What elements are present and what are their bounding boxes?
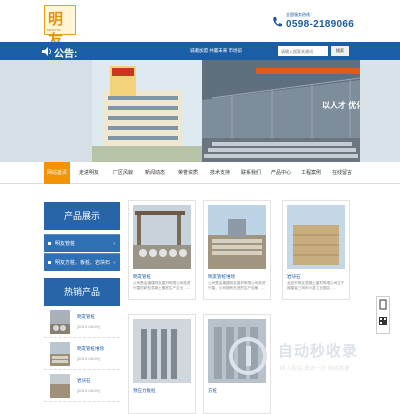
- banner-image: 以人才 优化管理: [92, 60, 360, 162]
- nav-tech[interactable]: 技术支持: [205, 162, 235, 184]
- watermark-text: 自动秒收录: [278, 343, 359, 360]
- products-panel-title: 产品展示: [44, 202, 120, 230]
- product-desc: 公司是由福建明友建材有限公司投资兴建的新型混凝土管桩生产企业……: [133, 281, 191, 290]
- bullet-icon: [48, 242, 51, 245]
- product-card[interactable]: 预应力板桩: [128, 314, 196, 414]
- banner-right-strip: [360, 60, 400, 162]
- watermark-logo: [229, 337, 267, 375]
- logo-subtext: MINGYOU: [47, 28, 62, 32]
- main-nav: 网站首页 走进明友 厂区风貌 新闻动态 荣誉资质 技术支持 联系我们 产品中心 …: [0, 162, 400, 184]
- product-desc: [133, 395, 193, 411]
- hot-product-item[interactable]: 岩块石 [2019-08-09]: [44, 370, 120, 402]
- nav-factory[interactable]: 厂区风貌: [108, 162, 138, 184]
- product-image: [287, 205, 345, 269]
- product-name: 方桩: [208, 388, 217, 393]
- hot-product-date: [2019-08-09]: [77, 388, 100, 393]
- float-toolbar-icons: [379, 299, 387, 325]
- nav-about[interactable]: 走进明友: [74, 162, 104, 184]
- product-desc: 龙岩市明友混凝土建材有限公司位于福建省三明市沙县工业园区……: [287, 281, 345, 290]
- search-input[interactable]: [278, 46, 328, 56]
- hot-product-item[interactable]: 明友管桩堆场 [2019-08-09]: [44, 338, 120, 370]
- category-item[interactable]: 明友方桩、板桩、岩块石 ›: [44, 253, 120, 271]
- notice-bar: 公告: 诚邀加盟 共赢未来 市场前 搜索: [0, 42, 400, 60]
- notice-title: 公告:: [54, 49, 78, 60]
- nav-news[interactable]: 新闻动态: [140, 162, 170, 184]
- product-name: 预应力板桩: [133, 388, 156, 393]
- banner-left-strip: [0, 60, 92, 162]
- phone-icon: [273, 17, 282, 27]
- notice-text[interactable]: 诚邀加盟 共赢未来 市场前: [190, 48, 242, 54]
- site-logo[interactable]: 明友 MINGYOU: [44, 5, 76, 49]
- float-toolbar: [376, 296, 390, 334]
- product-name: 岩块石: [287, 274, 301, 279]
- search-button[interactable]: 搜索: [331, 46, 349, 56]
- hotline-label: 全国服务热线：: [286, 12, 314, 17]
- bullet-icon: [48, 261, 51, 264]
- product-name: 明友管桩堆场: [208, 274, 235, 279]
- category-item[interactable]: 明友管桩 ›: [44, 234, 120, 252]
- factory-illustration: [92, 60, 360, 162]
- product-image: [208, 205, 266, 269]
- hot-product-name: 明友管桩堆场: [77, 346, 104, 351]
- hot-product-thumb: [50, 374, 70, 398]
- product-desc: [208, 395, 268, 411]
- share-icon: [379, 299, 387, 310]
- hot-product-name: 明友管桩: [77, 314, 95, 319]
- nav-cases[interactable]: 工程案例: [296, 162, 326, 184]
- nav-contact[interactable]: 联系我们: [236, 162, 266, 184]
- chevron-right-icon: ›: [113, 260, 115, 266]
- product-card[interactable]: 明友管桩堆场 公司是由福建明友建材有限公司投资兴建，公司拥有先进的生产设备……: [203, 200, 271, 300]
- hot-product-thumb: [50, 342, 70, 366]
- hero-banner: 以人才 优化管理: [0, 60, 400, 162]
- product-image: [133, 205, 191, 269]
- nav-message[interactable]: 在线留言: [327, 162, 357, 184]
- hot-panel-title: 热销产品: [44, 278, 120, 306]
- hot-product-thumb: [50, 310, 70, 334]
- product-image: [133, 319, 191, 383]
- category-label: 明友方桩、板桩、岩块石: [55, 260, 111, 266]
- product-card[interactable]: 岩块石 龙岩市明友混凝土建材有限公司位于福建省三明市沙县工业园区……: [282, 200, 350, 300]
- speaker-icon: [42, 47, 51, 56]
- watermark: 自动秒收录 网上有站·来访一次·自动收录: [228, 336, 398, 380]
- site-header: 明友 MINGYOU 全国服务热线： 0598-2189066: [0, 0, 400, 49]
- nav-products[interactable]: 产品中心: [266, 162, 296, 184]
- category-label: 明友管桩: [55, 241, 76, 247]
- hot-product-item[interactable]: 明友管桩 [2019-08-09]: [44, 306, 120, 338]
- banner-slogan: 以人才 优化管理: [322, 101, 360, 110]
- hot-product-name: 岩块石: [77, 378, 91, 383]
- hot-product-date: [2019-08-09]: [77, 356, 100, 361]
- product-card[interactable]: 明友管桩 公司是由福建明友建材有限公司投资兴建的新型混凝土管桩生产企业……: [128, 200, 196, 300]
- hotline-number[interactable]: 0598-2189066: [286, 19, 354, 30]
- nav-home[interactable]: 网站首页: [44, 162, 70, 184]
- nav-honors[interactable]: 荣誉资质: [173, 162, 203, 184]
- product-desc: 公司是由福建明友建材有限公司投资兴建，公司拥有先进的生产设备……: [208, 281, 266, 290]
- hot-product-date: [2019-08-09]: [77, 324, 100, 329]
- chevron-right-icon: ›: [113, 241, 115, 247]
- product-name: 明友管桩: [133, 274, 151, 279]
- watermark-subtext: 网上有站·来访一次·自动收录: [280, 366, 350, 372]
